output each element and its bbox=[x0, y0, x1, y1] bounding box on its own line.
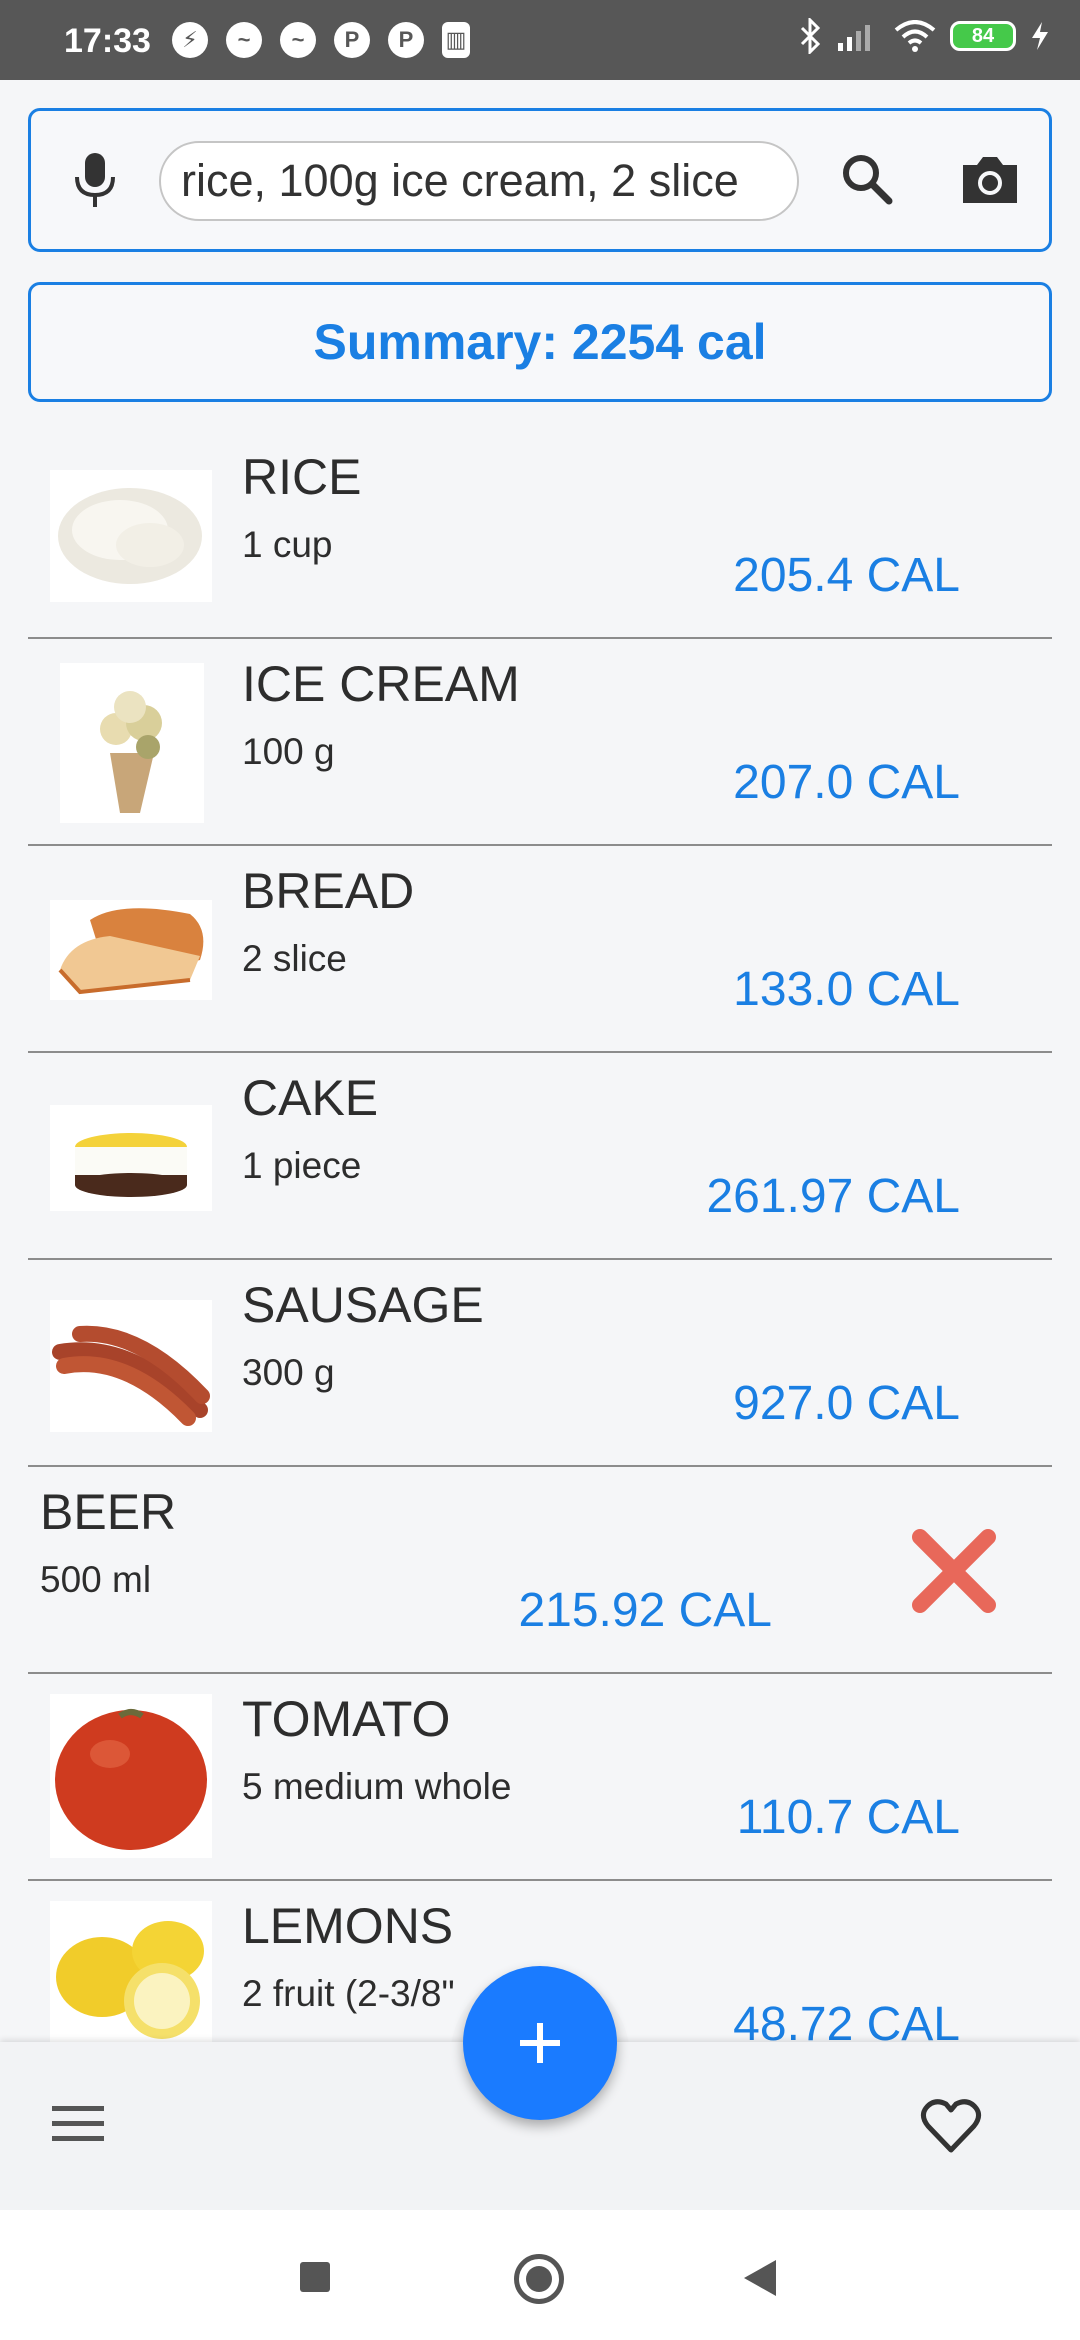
notification-icons: ⚡ ~ ~ P P ▥ bbox=[172, 22, 470, 58]
messenger-icon: ~ bbox=[226, 22, 262, 58]
signal-icon bbox=[838, 25, 870, 51]
search-bar: rice, 100g ice cream, 2 slice bbox=[28, 108, 1052, 252]
search-input[interactable]: rice, 100g ice cream, 2 slice bbox=[159, 141, 799, 221]
charging-icon bbox=[1032, 22, 1048, 50]
food-calories: 110.7 CAL bbox=[736, 1791, 960, 1844]
system-nav-bar bbox=[0, 2210, 1080, 2340]
microphone-icon[interactable] bbox=[73, 151, 117, 211]
food-item-tomato[interactable]: TOMATO 5 medium whole 110.7 CAL bbox=[28, 1674, 1052, 1881]
food-name: ICE CREAM bbox=[242, 656, 520, 712]
heart-icon[interactable] bbox=[920, 2098, 982, 2154]
food-image-tomato bbox=[50, 1694, 212, 1858]
food-image-cake bbox=[50, 1105, 212, 1211]
food-image-bread bbox=[50, 900, 212, 1000]
food-image-rice bbox=[50, 470, 212, 602]
p-icon: P bbox=[334, 22, 370, 58]
food-calories: 133.0 CAL bbox=[733, 963, 960, 1016]
food-quantity: 500 ml bbox=[40, 1559, 152, 1600]
food-quantity: 100 g bbox=[242, 731, 335, 772]
shield-icon: ⚡ bbox=[172, 22, 208, 58]
food-name: CAKE bbox=[242, 1070, 379, 1126]
food-item-rice[interactable]: RICE 1 cup 205.4 CAL bbox=[28, 432, 1052, 639]
food-calories: 927.0 CAL bbox=[733, 1377, 960, 1430]
summary-button[interactable]: Summary: 2254 cal bbox=[28, 282, 1052, 402]
food-name: RICE bbox=[242, 449, 362, 505]
food-name: BREAD bbox=[242, 863, 415, 919]
food-item-ice-cream[interactable]: ICE CREAM 100 g 207.0 CAL bbox=[28, 639, 1052, 846]
wifi-icon bbox=[894, 20, 936, 52]
food-item-cake[interactable]: CAKE 1 piece 261.97 CAL bbox=[28, 1053, 1052, 1260]
add-button[interactable] bbox=[463, 1966, 617, 2120]
food-list: RICE 1 cup 205.4 CAL ICE CREAM 100 g 207… bbox=[0, 432, 1080, 2088]
food-name: SAUSAGE bbox=[242, 1277, 484, 1333]
messenger-icon: ~ bbox=[280, 22, 316, 58]
food-quantity: 2 fruit (2-3/8" bbox=[242, 1973, 455, 2014]
food-item-beer[interactable]: BEER 500 ml 215.92 CAL bbox=[28, 1467, 1052, 1674]
food-calories: 207.0 CAL bbox=[733, 756, 960, 809]
search-icon[interactable] bbox=[837, 149, 897, 209]
food-item-sausage[interactable]: SAUSAGE 300 g 927.0 CAL bbox=[28, 1260, 1052, 1467]
food-quantity: 5 medium whole bbox=[242, 1766, 512, 1807]
menu-icon[interactable] bbox=[50, 2104, 106, 2144]
food-image-lemons bbox=[50, 1901, 212, 2065]
food-item-bread[interactable]: BREAD 2 slice 133.0 CAL bbox=[28, 846, 1052, 1053]
food-quantity: 300 g bbox=[242, 1352, 335, 1393]
food-calories: 261.97 CAL bbox=[706, 1170, 960, 1223]
food-quantity: 1 cup bbox=[242, 524, 333, 565]
food-calories: 205.4 CAL bbox=[733, 549, 960, 602]
system-icons: 84 bbox=[798, 18, 1050, 54]
back-icon[interactable] bbox=[744, 2260, 776, 2296]
food-name: TOMATO bbox=[242, 1691, 451, 1747]
food-image-ice-cream bbox=[60, 663, 204, 823]
food-name: BEER bbox=[40, 1484, 177, 1540]
trash-icon: ▥ bbox=[442, 22, 470, 58]
bluetooth-icon bbox=[800, 18, 821, 54]
p-icon: P bbox=[388, 22, 424, 58]
recents-icon[interactable] bbox=[300, 2262, 330, 2292]
home-icon[interactable] bbox=[514, 2254, 564, 2304]
food-quantity: 2 slice bbox=[242, 938, 347, 979]
food-image-sausage bbox=[50, 1300, 212, 1432]
battery-icon: 84 bbox=[950, 21, 1016, 51]
food-calories: 215.92 CAL bbox=[518, 1584, 772, 1637]
status-time: 17:33 bbox=[64, 22, 151, 60]
food-name: LEMONS bbox=[242, 1898, 454, 1954]
status-bar: 17:33 ⚡ ~ ~ P P ▥ 84 bbox=[0, 0, 1080, 80]
plus-icon bbox=[520, 2023, 560, 2063]
food-quantity: 1 piece bbox=[242, 1145, 362, 1186]
battery-level: 84 bbox=[971, 24, 995, 47]
delete-icon[interactable] bbox=[908, 1525, 1000, 1617]
camera-icon[interactable] bbox=[959, 153, 1021, 207]
